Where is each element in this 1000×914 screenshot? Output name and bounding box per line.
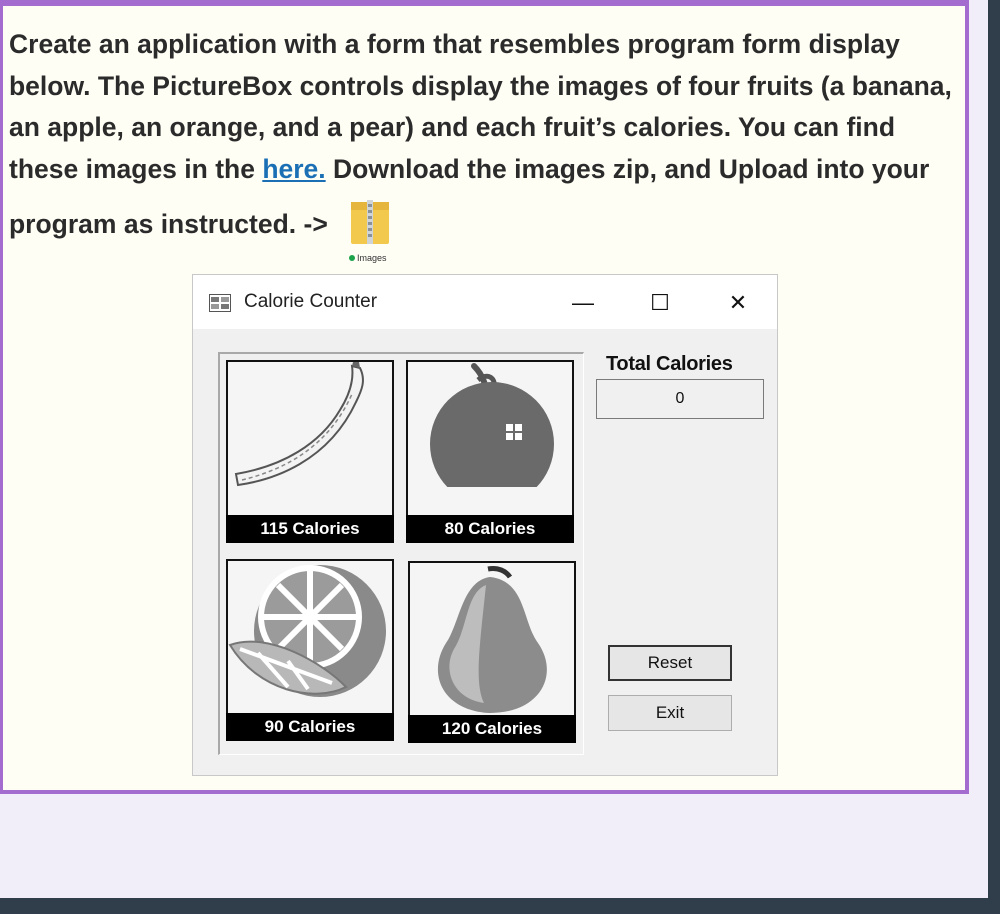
apple-picturebox[interactable] — [406, 360, 574, 519]
instruction-line-3: an apple, an orange, and a pear) and eac… — [9, 112, 896, 142]
form-app-icon — [209, 294, 231, 312]
banana-icon — [234, 362, 364, 487]
instruction-line-4: these images in the here. Download the i… — [9, 149, 964, 191]
calorie-counter-window: Calorie Counter — ☐ ✕ 115 Calories 80 Ca… — [192, 274, 778, 776]
orange-icon — [228, 565, 386, 697]
zip-folder-icon[interactable] — [349, 198, 391, 246]
banana-picturebox[interactable] — [226, 360, 394, 519]
pear-calories-label: 120 Calories — [408, 715, 576, 743]
apple-calories-label: 80 Calories — [406, 515, 574, 543]
images-link[interactable]: here. — [262, 154, 325, 184]
orange-calories-label: 90 Calories — [226, 713, 394, 741]
instruction-line-4-end: Download the images zip, and Upload into… — [333, 153, 930, 184]
instruction-line-4-start: these images in the — [9, 153, 263, 184]
instruction-line-1: Create an application with a form that r… — [9, 29, 900, 59]
maximize-button[interactable]: ☐ — [640, 285, 680, 321]
page-right-edge — [988, 0, 1000, 914]
total-calories-output: 0 — [596, 379, 764, 419]
instruction-line-2: below. The PictureBox controls display t… — [9, 70, 952, 101]
apple-icon — [430, 363, 554, 506]
page-bottom-edge — [0, 898, 1000, 914]
instruction-panel: Create an application with a form that r… — [0, 0, 969, 794]
total-calories-label: Total Calories — [606, 353, 733, 375]
banana-calories-label: 115 Calories — [226, 515, 394, 543]
pear-icon — [437, 566, 547, 713]
zip-caption: Images — [349, 253, 387, 263]
instruction-text: Create an application with a form that r… — [9, 24, 964, 190]
exit-button[interactable]: Exit — [608, 695, 732, 731]
window-title: Calorie Counter — [244, 291, 378, 312]
zip-caption-text: Images — [357, 253, 387, 263]
window-titlebar: Calorie Counter — ☐ ✕ — [193, 275, 777, 329]
instruction-line-5: program as instructed. -> — [9, 209, 328, 239]
close-button[interactable]: ✕ — [718, 285, 758, 321]
reset-button[interactable]: Reset — [608, 645, 732, 681]
orange-picturebox[interactable] — [226, 559, 394, 715]
minimize-button[interactable]: — — [563, 285, 603, 321]
sync-status-icon — [349, 255, 355, 261]
pear-picturebox[interactable] — [408, 561, 576, 717]
